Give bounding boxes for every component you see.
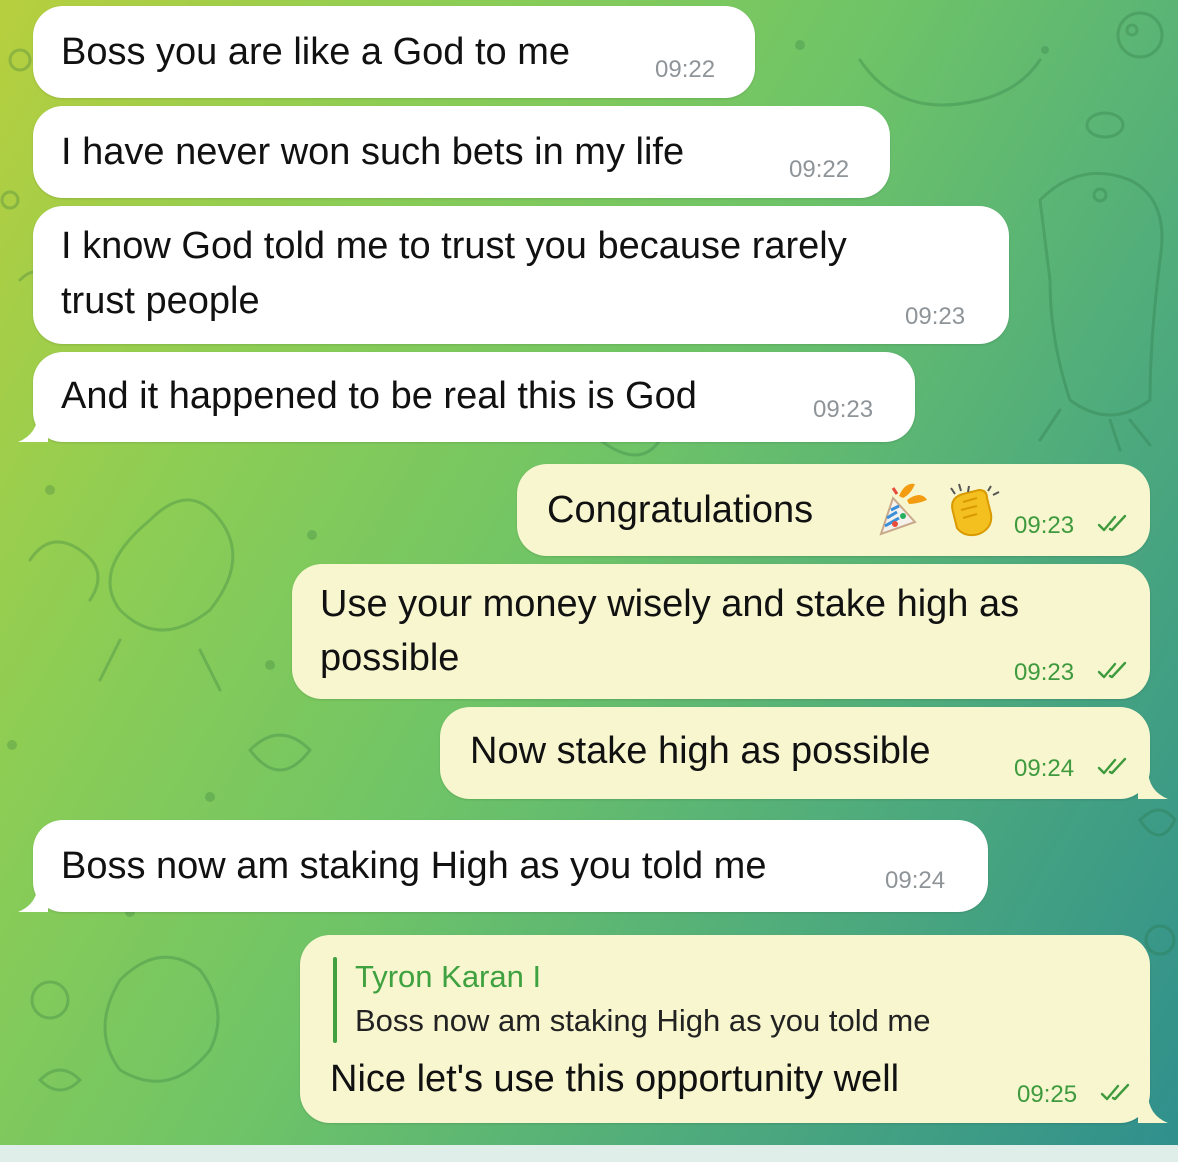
- incoming-message-bubble[interactable]: I have never won such bets in my life 09…: [33, 106, 890, 198]
- message-time: 09:23: [1014, 512, 1075, 539]
- message-text: I have never won such bets in my life: [61, 131, 685, 173]
- message-text: Boss you are like a God to me: [61, 31, 571, 73]
- message-text: Now stake high as possible: [470, 730, 931, 772]
- message-time: 09:22: [789, 156, 850, 183]
- reply-sender-name[interactable]: Tyron Karan I: [355, 959, 541, 995]
- outgoing-reply-message-bubble[interactable]: Tyron Karan I Boss now am staking High a…: [300, 935, 1150, 1123]
- outgoing-message-bubble[interactable]: Now stake high as possible 09:24: [440, 707, 1150, 799]
- message-time: 09:25: [1017, 1081, 1078, 1108]
- incoming-bubble-tail: [18, 412, 48, 442]
- composer-bar-edge: [0, 1145, 1178, 1162]
- message-time: 09:23: [813, 396, 874, 423]
- outgoing-bubble-tail: [1138, 1093, 1168, 1123]
- reply-quoted-text[interactable]: Boss now am staking High as you told me: [355, 1003, 931, 1039]
- outgoing-message-bubble[interactable]: Use your money wisely and stake high as …: [292, 564, 1150, 699]
- message-text: Congratulations: [547, 489, 814, 531]
- message-time: 09:23: [905, 303, 966, 330]
- message-time: 09:23: [1014, 659, 1075, 686]
- party-popper-icon: [879, 483, 927, 536]
- message-text-line: I know God told me to trust you because …: [61, 225, 847, 267]
- outgoing-message-bubble[interactable]: Congratulations 09:23: [517, 464, 1150, 556]
- incoming-message-bubble[interactable]: And it happened to be real this is God 0…: [33, 352, 915, 442]
- incoming-message-bubble[interactable]: Boss now am staking High as you told me …: [33, 820, 988, 912]
- read-receipt-icon: [1097, 514, 1127, 532]
- message-text: Nice let's use this opportunity well: [330, 1058, 900, 1100]
- read-receipt-icon: [1097, 757, 1127, 775]
- clapping-hands-icon: [950, 483, 1000, 537]
- reply-quote-bar: [333, 957, 337, 1043]
- incoming-message-bubble[interactable]: I know God told me to trust you because …: [33, 206, 1009, 344]
- read-receipt-icon: [1100, 1083, 1130, 1101]
- message-time: 09:22: [655, 56, 716, 83]
- outgoing-bubble-tail: [1138, 769, 1168, 799]
- message-text: Boss now am staking High as you told me: [61, 845, 767, 887]
- message-text: And it happened to be real this is God: [61, 375, 697, 417]
- message-time: 09:24: [1014, 755, 1075, 782]
- read-receipt-icon: [1097, 661, 1127, 679]
- message-text-line: possible: [320, 637, 460, 679]
- incoming-bubble-tail: [18, 882, 48, 912]
- message-text-line: Use your money wisely and stake high as: [320, 583, 1020, 625]
- chat-view: Boss you are like a God to me 09:22 I ha…: [0, 0, 1178, 1162]
- message-time: 09:24: [885, 867, 946, 894]
- incoming-message-bubble[interactable]: Boss you are like a God to me 09:22: [33, 6, 755, 98]
- message-text-line: trust people: [61, 280, 260, 322]
